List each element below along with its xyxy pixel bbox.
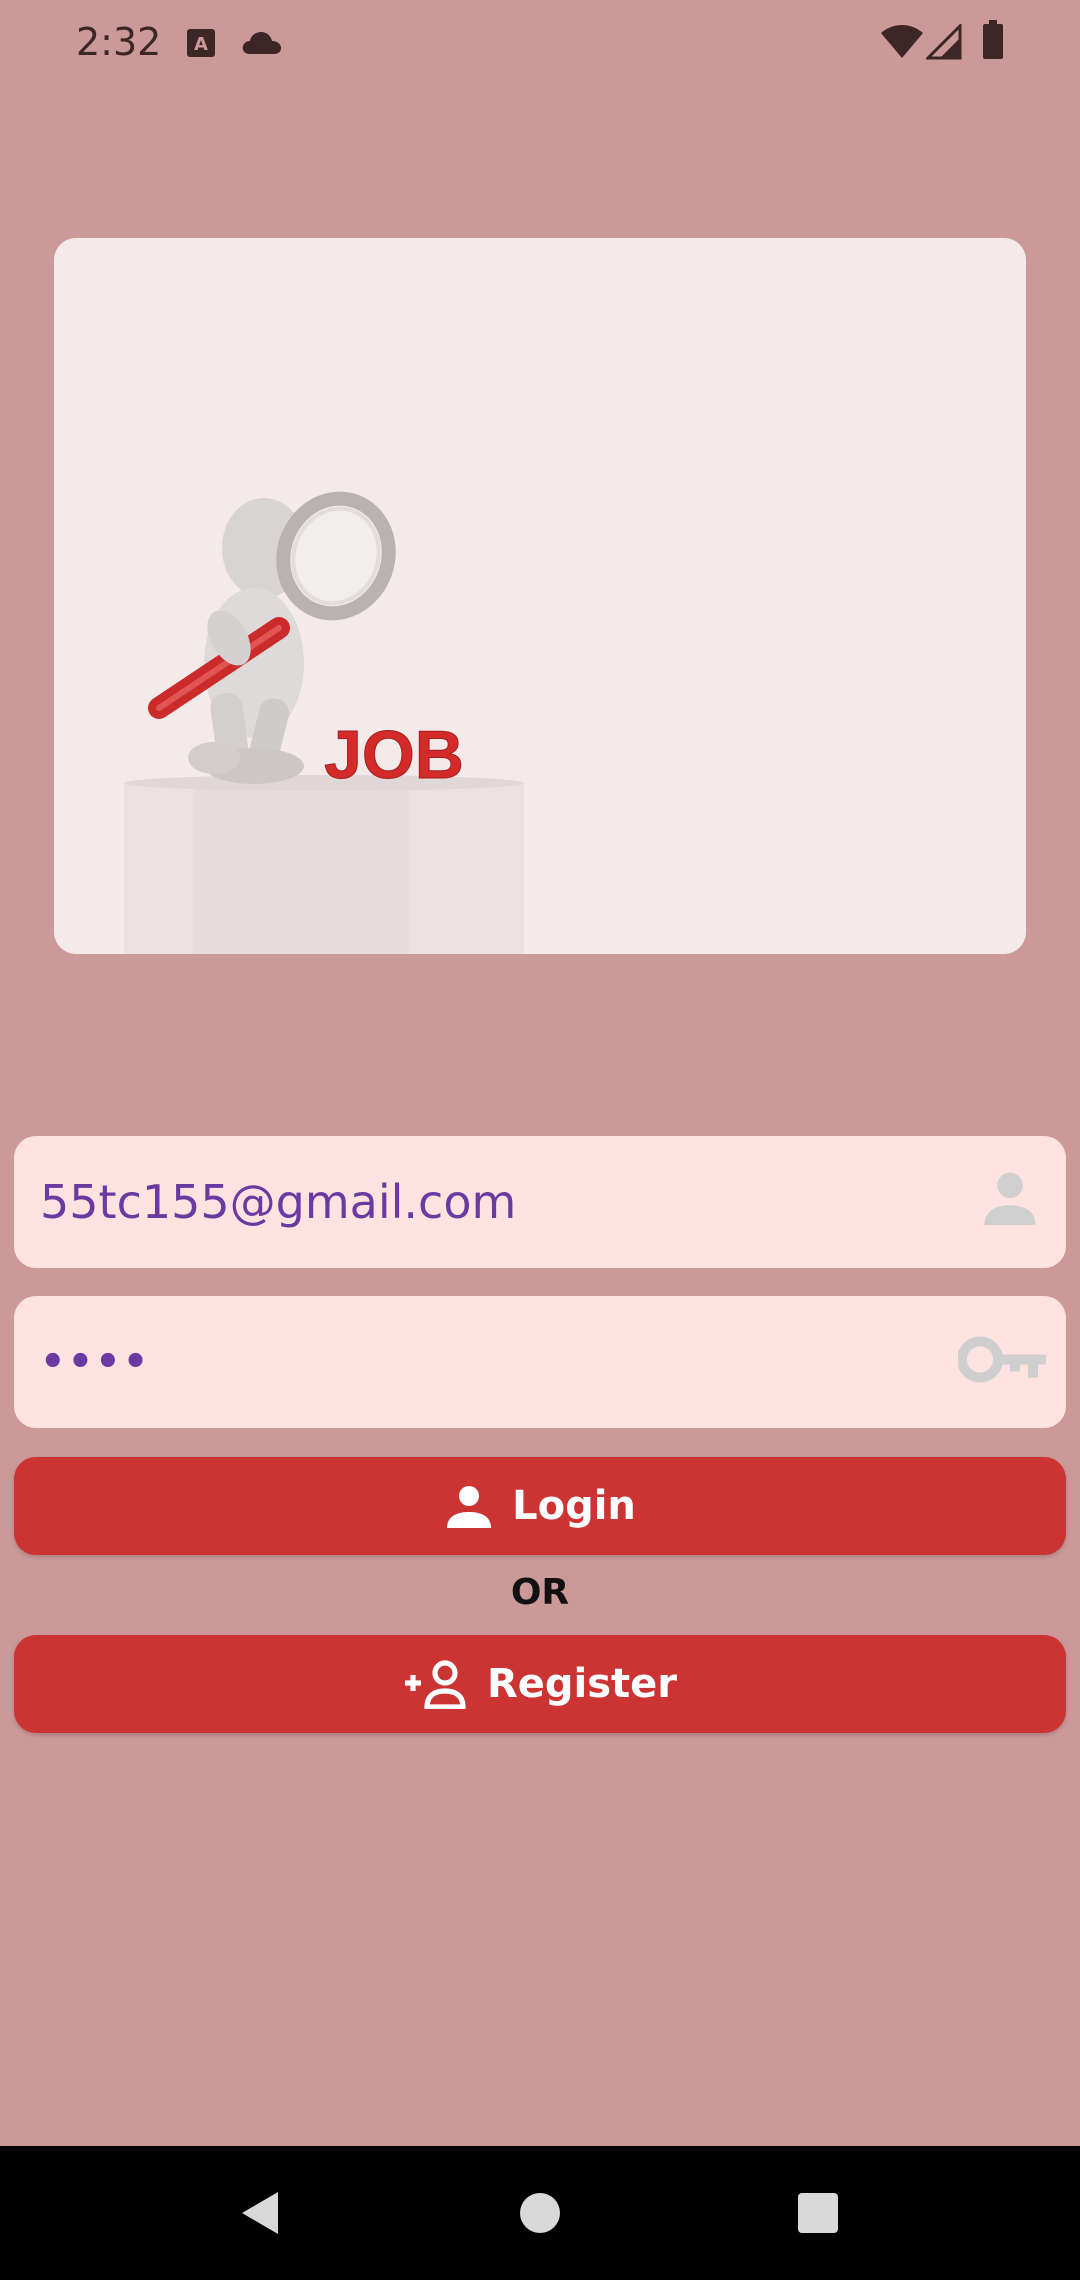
battery-icon (982, 20, 1004, 65)
back-button[interactable] (200, 2146, 320, 2280)
hero-image-card: JOB (54, 238, 1026, 954)
recents-button[interactable] (758, 2146, 878, 2280)
back-icon (242, 2192, 278, 2234)
person-icon (447, 1486, 492, 1528)
person-icon (976, 1166, 1044, 1239)
status-time: 2:32 (76, 20, 162, 64)
password-field[interactable]: •••• (14, 1296, 1066, 1428)
hero-job-text: JOB (324, 717, 464, 793)
home-button[interactable] (480, 2146, 600, 2280)
cell-signal-icon (924, 22, 962, 65)
svg-text:A: A (194, 34, 208, 55)
font-download-icon: A (186, 28, 216, 63)
navigation-bar (0, 2146, 1080, 2280)
login-button[interactable]: Login (14, 1457, 1066, 1555)
recents-icon (798, 2193, 838, 2233)
key-icon (957, 1334, 1050, 1391)
status-bar: 2:32 A (0, 0, 1080, 88)
register-button[interactable]: Register (14, 1635, 1066, 1733)
register-label: Register (486, 1661, 678, 1707)
home-icon (520, 2193, 560, 2233)
email-field[interactable]: 55tc155@gmail.com (14, 1136, 1066, 1268)
cloud-icon (240, 30, 282, 61)
password-value: •••• (40, 1339, 151, 1385)
login-label: Login (512, 1483, 636, 1529)
or-separator: OR (510, 1572, 570, 1613)
wifi-icon (880, 24, 924, 65)
email-value: 55tc155@gmail.com (40, 1175, 517, 1229)
person-add-icon (404, 1660, 466, 1709)
job-search-illustration: JOB (124, 491, 524, 954)
